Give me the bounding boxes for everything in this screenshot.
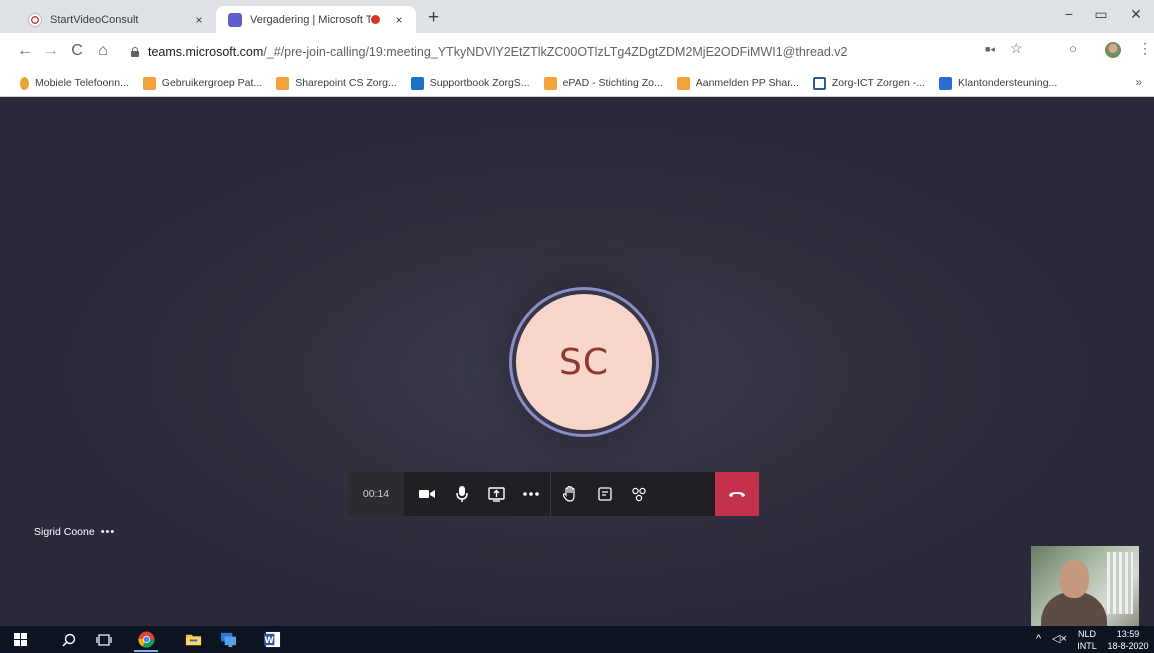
profile-avatar[interactable] bbox=[1105, 42, 1121, 58]
background-window bbox=[1107, 552, 1133, 614]
call-controls-bar: 00:14 bbox=[348, 472, 759, 516]
raise-hand-icon bbox=[563, 486, 575, 502]
participant-avatar-ring: SC bbox=[509, 287, 659, 437]
tab-startvideoconsult[interactable]: StartVideoConsult × bbox=[16, 6, 216, 33]
bookmark-favicon-icon bbox=[939, 76, 953, 90]
bookmark-item[interactable]: ePAD - Stichting Zo... bbox=[543, 76, 663, 90]
bookmark-favicon-icon bbox=[812, 76, 826, 90]
bookmark-item[interactable]: Aanmelden PP Shar... bbox=[676, 76, 799, 90]
lock-icon bbox=[130, 47, 140, 57]
windows-start-icon[interactable] bbox=[14, 633, 27, 646]
video-camera-icon bbox=[419, 490, 436, 498]
extension-icon[interactable]: ○ bbox=[1069, 41, 1077, 56]
clock-time: 13:59 bbox=[1116, 629, 1140, 639]
self-video-preview[interactable] bbox=[1031, 546, 1139, 626]
url-host: teams.microsoft.com bbox=[148, 45, 264, 59]
keyboard-layout: INTL bbox=[1077, 641, 1097, 651]
word-icon[interactable]: W bbox=[264, 631, 281, 648]
chat-icon bbox=[598, 487, 612, 501]
bookmark-item[interactable]: Klantondersteuning... bbox=[939, 76, 1058, 90]
startvideoconsult-favicon-icon bbox=[28, 12, 42, 27]
microphone-icon bbox=[456, 485, 468, 502]
bookmark-favicon-icon bbox=[676, 76, 690, 90]
participant-more-button[interactable]: ••• bbox=[101, 526, 116, 538]
bookmark-item[interactable]: Mobiele Telefoonn... bbox=[20, 76, 129, 90]
home-button[interactable]: ⌂ bbox=[92, 41, 114, 61]
svg-text:W: W bbox=[264, 636, 274, 646]
bookmark-favicon-icon bbox=[410, 76, 424, 90]
raise-hand-button[interactable] bbox=[553, 472, 588, 516]
new-tab-button[interactable]: + bbox=[428, 7, 439, 29]
windows-taskbar: W ^ ◁× NLD INTL 13:59 18-8-2020 bbox=[0, 626, 1154, 653]
address-bar[interactable]: teams.microsoft.com/_#/pre-join-calling/… bbox=[130, 38, 1040, 66]
share-screen-button[interactable] bbox=[479, 472, 514, 516]
browser-toolbar: ← → C ⌂ teams.microsoft.com/_#/pre-join-… bbox=[0, 33, 1154, 70]
reload-button[interactable]: C bbox=[66, 41, 88, 61]
camera-button[interactable] bbox=[410, 472, 445, 516]
bookmark-favicon-icon bbox=[20, 76, 29, 90]
close-tab-icon[interactable]: × bbox=[190, 13, 208, 27]
language-code: NLD bbox=[1077, 629, 1096, 639]
tab-title: StartVideoConsult bbox=[50, 13, 139, 26]
browser-tab-strip: StartVideoConsult × Vergadering | Micros… bbox=[0, 0, 1154, 33]
participant-name: Sigrid Coone bbox=[34, 526, 95, 538]
hang-up-button[interactable] bbox=[715, 472, 759, 516]
browser-menu-icon[interactable]: ⋮ bbox=[1138, 40, 1152, 57]
bookmark-favicon-icon bbox=[142, 76, 156, 90]
bookmarks-bar: Mobiele Telefoonn... Gebruikergroep Pat.… bbox=[0, 70, 1154, 97]
bookmark-star-icon[interactable]: ☆ bbox=[1010, 40, 1023, 57]
bookmark-item[interactable]: Sharepoint CS Zorg... bbox=[276, 76, 397, 90]
show-conversation-button[interactable] bbox=[588, 472, 623, 516]
bookmark-favicon-icon bbox=[543, 76, 557, 90]
bookmark-label: Klantondersteuning... bbox=[958, 77, 1058, 89]
remote-desktop-icon[interactable] bbox=[220, 631, 237, 648]
bookmark-item[interactable]: Gebruikergroep Pat... bbox=[142, 76, 263, 90]
meeting-stage: SC 00:14 Sigrid Coone ••• bbox=[0, 97, 1154, 626]
participants-icon bbox=[632, 487, 646, 501]
close-tab-icon[interactable]: × bbox=[390, 13, 408, 27]
participant-label: Sigrid Coone ••• bbox=[34, 526, 115, 538]
bookmark-item[interactable]: Supportbook ZorgS... bbox=[410, 76, 530, 90]
controls-divider bbox=[550, 472, 551, 516]
search-icon[interactable] bbox=[62, 633, 76, 647]
show-participants-button[interactable] bbox=[622, 472, 657, 516]
bookmark-favicon-icon bbox=[276, 76, 290, 90]
back-button[interactable]: ← bbox=[14, 41, 36, 61]
bookmark-label: Zorg-ICT Zorgen -... bbox=[831, 77, 926, 89]
bookmark-label: Supportbook ZorgS... bbox=[429, 77, 530, 89]
tab-vergadering[interactable]: Vergadering | Microsoft Tean × bbox=[216, 6, 416, 33]
taskbar-active-underline bbox=[134, 650, 158, 652]
bookmark-label: ePAD - Stichting Zo... bbox=[562, 77, 663, 89]
close-window-button[interactable]: ✕ bbox=[1113, 6, 1154, 23]
bookmark-label: Aanmelden PP Shar... bbox=[695, 77, 799, 89]
more-bookmarks-button[interactable]: » bbox=[1135, 75, 1142, 89]
hang-up-phone-icon bbox=[729, 492, 745, 497]
tray-chevron-icon[interactable]: ^ bbox=[1036, 634, 1041, 645]
language-indicator[interactable]: NLD INTL bbox=[1074, 629, 1100, 651]
url-path: /_#/pre-join-calling/19:meeting_YTkyNDVl… bbox=[263, 45, 848, 59]
file-explorer-icon[interactable] bbox=[185, 631, 202, 648]
avatar: SC bbox=[516, 294, 652, 430]
microphone-button[interactable] bbox=[445, 472, 480, 516]
teams-favicon-icon bbox=[228, 12, 242, 27]
tab-title: Vergadering | Microsoft Tean bbox=[250, 13, 371, 26]
more-actions-button[interactable] bbox=[514, 472, 549, 516]
task-view-icon[interactable] bbox=[96, 633, 112, 647]
bookmark-item[interactable]: Zorg-ICT Zorgen -... bbox=[812, 76, 926, 90]
bookmark-label: Mobiele Telefoonn... bbox=[35, 77, 129, 89]
speaker-muted-icon[interactable]: ◁× bbox=[1052, 634, 1067, 645]
bookmark-label: Sharepoint CS Zorg... bbox=[295, 77, 397, 89]
camera-in-use-icon[interactable]: ■◂ bbox=[985, 44, 995, 55]
person-head bbox=[1059, 560, 1089, 598]
call-timer: 00:14 bbox=[348, 472, 404, 516]
bookmark-label: Gebruikergroep Pat... bbox=[161, 77, 263, 89]
chrome-icon[interactable] bbox=[138, 631, 155, 648]
forward-button[interactable]: → bbox=[40, 41, 62, 61]
share-screen-icon bbox=[488, 486, 505, 502]
more-dots-icon bbox=[522, 492, 539, 496]
recording-indicator-icon bbox=[371, 15, 380, 24]
clock[interactable]: 13:59 18-8-2020 bbox=[1104, 629, 1152, 651]
clock-date: 18-8-2020 bbox=[1107, 641, 1149, 651]
